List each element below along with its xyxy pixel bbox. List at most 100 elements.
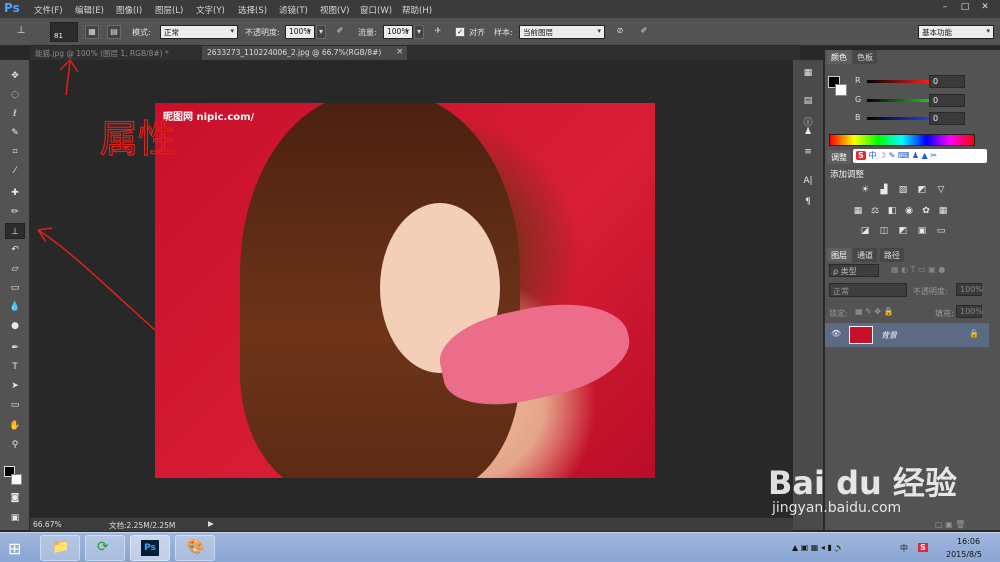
restore-button[interactable]: □ bbox=[955, 0, 975, 14]
zoom-tool-icon[interactable]: ⚲ bbox=[5, 437, 25, 453]
blend-mode-select[interactable]: 正常 bbox=[829, 283, 907, 297]
gradient-map-icon[interactable]: ▭ bbox=[935, 226, 947, 237]
menu-help[interactable]: 帮助(H) bbox=[402, 4, 432, 16]
menu-select[interactable]: 选择(S) bbox=[238, 4, 267, 16]
posterize-icon[interactable]: ◫ bbox=[878, 226, 890, 237]
layer-name[interactable]: 背景 bbox=[881, 330, 897, 341]
tab-channels[interactable]: 通道 bbox=[853, 248, 877, 262]
layer-row-background[interactable]: 👁 背景 🔒 bbox=[825, 323, 989, 347]
levels-icon[interactable]: ▟ bbox=[878, 185, 890, 196]
tab-swatches[interactable]: 色板 bbox=[853, 50, 877, 64]
close-button[interactable]: ✕ bbox=[975, 0, 995, 14]
minimize-button[interactable]: – bbox=[935, 0, 955, 14]
opacity-dropdown-icon[interactable]: ▾ bbox=[316, 25, 326, 39]
selective-color-icon[interactable]: ▣ bbox=[916, 226, 928, 237]
tab-document-2[interactable]: 2633273_110224006_2.jpg @ 66.7%(RGB/8#) bbox=[202, 46, 407, 60]
flow-input[interactable]: 100% bbox=[383, 25, 413, 39]
tab-paths[interactable]: 路径 bbox=[880, 248, 904, 262]
panel-background-swatch[interactable] bbox=[835, 84, 847, 96]
paragraph-panel-icon[interactable]: ¶ bbox=[798, 194, 818, 210]
menu-file[interactable]: 文件(F) bbox=[34, 4, 63, 16]
channel-r-input[interactable]: 0 bbox=[929, 75, 965, 88]
flow-dropdown-icon[interactable]: ▾ bbox=[414, 25, 424, 39]
pressure-opacity-icon[interactable]: ✐ bbox=[333, 25, 347, 39]
eraser-tool-icon[interactable]: ▱ bbox=[5, 261, 25, 277]
tab-adjustments[interactable]: 调整 bbox=[827, 150, 851, 164]
layer-filter-select[interactable]: ρ 类型 bbox=[829, 264, 879, 277]
sample-select[interactable]: 当前图层 bbox=[519, 25, 605, 39]
document-image[interactable]: 昵图网 nipic.com/ bbox=[155, 103, 655, 478]
crop-tool-icon[interactable]: ⌗ bbox=[5, 144, 25, 160]
tab-color[interactable]: 颜色 bbox=[827, 50, 851, 64]
menu-image[interactable]: 图像(I) bbox=[116, 4, 142, 16]
ignore-adjustment-icon[interactable]: ⊘ bbox=[613, 25, 627, 39]
channel-b-input[interactable]: 0 bbox=[929, 112, 965, 125]
layer-filter-icons[interactable]: ▦ ◐ T ▭ ▣ ● bbox=[891, 265, 945, 274]
tab-layers[interactable]: 图层 bbox=[827, 248, 851, 262]
invert-icon[interactable]: ◪ bbox=[859, 226, 871, 237]
menu-filter[interactable]: 滤镜(T) bbox=[279, 4, 308, 16]
curves-icon[interactable]: ▨ bbox=[897, 185, 909, 196]
opacity-input[interactable]: 100% bbox=[285, 25, 315, 39]
lock-icons[interactable]: ▦ ✎ ✥ 🔒 bbox=[855, 307, 894, 316]
clock-date[interactable]: 2015/8/5 bbox=[946, 550, 982, 559]
tab-close-icon-active[interactable]: × bbox=[396, 47, 404, 57]
background-color-swatch[interactable] bbox=[11, 474, 22, 485]
black-white-icon[interactable]: ◧ bbox=[886, 206, 898, 217]
airbrush-icon[interactable]: ✈ bbox=[431, 25, 445, 39]
menu-type[interactable]: 文字(Y) bbox=[196, 4, 225, 16]
menu-window[interactable]: 窗口(W) bbox=[360, 4, 392, 16]
gradient-tool-icon[interactable]: ▭ bbox=[5, 280, 25, 296]
exposure-icon[interactable]: ◩ bbox=[916, 185, 928, 196]
hue-saturation-icon[interactable]: ▦ bbox=[852, 206, 864, 217]
tab-document-1[interactable]: 能猫.jpg @ 100% (图层 1, RGB/8#) * bbox=[30, 46, 197, 60]
mode-select[interactable]: 正常 bbox=[160, 25, 238, 39]
shape-tool-icon[interactable]: ▭ bbox=[5, 397, 25, 413]
marquee-tool-icon[interactable]: ◌ bbox=[5, 87, 25, 103]
color-balance-icon[interactable]: ⚖ bbox=[869, 206, 881, 217]
quick-mask-icon[interactable]: ◙ bbox=[5, 490, 25, 506]
path-select-tool-icon[interactable]: ➤ bbox=[5, 378, 25, 394]
menu-edit[interactable]: 编辑(E) bbox=[75, 4, 104, 16]
channel-b-slider[interactable] bbox=[867, 117, 931, 120]
type-tool-icon[interactable]: T bbox=[5, 359, 25, 375]
threshold-icon[interactable]: ◩ bbox=[897, 226, 909, 237]
tray-icons[interactable]: ▲ ▣ ▦ ◂ ▮ 🔊 bbox=[792, 543, 844, 552]
brush-panel-icon[interactable]: ▦ bbox=[85, 25, 99, 39]
layer-actions-icons[interactable]: □ ▣ 🗑 bbox=[935, 520, 965, 529]
brush-preset-picker[interactable]: 81 bbox=[50, 22, 78, 42]
eyedropper-tool-icon[interactable]: ⁄ bbox=[5, 163, 25, 179]
properties-panel-icon[interactable]: ▤ bbox=[798, 93, 818, 109]
photoshop-taskbar-icon[interactable]: Ps bbox=[130, 535, 170, 561]
move-tool-icon[interactable]: ✥ bbox=[5, 68, 25, 84]
character-panel-icon[interactable]: A| bbox=[798, 173, 818, 189]
zoom-level[interactable]: 66.67% bbox=[33, 520, 62, 529]
channel-g-slider[interactable] bbox=[867, 99, 931, 102]
dodge-tool-icon[interactable]: ● bbox=[5, 318, 25, 334]
color-spectrum-bar[interactable] bbox=[829, 134, 975, 146]
brush-panel-dock-icon[interactable]: ≡ bbox=[798, 144, 818, 160]
start-button-icon[interactable]: ⊞ bbox=[8, 539, 21, 558]
brightness-icon[interactable]: ☀ bbox=[859, 185, 871, 196]
clone-stamp-tool-icon[interactable]: ⊥ bbox=[14, 25, 28, 39]
vibrance-icon[interactable]: ▽ bbox=[935, 185, 947, 196]
blur-tool-icon[interactable]: 💧 bbox=[5, 299, 25, 315]
channel-g-input[interactable]: 0 bbox=[929, 94, 965, 107]
clock-time[interactable]: 16:06 bbox=[957, 537, 980, 546]
pen-tool-icon[interactable]: ✒ bbox=[5, 340, 25, 356]
hand-tool-icon[interactable]: ✋ bbox=[5, 418, 25, 434]
align-checkbox[interactable]: ✓ bbox=[455, 27, 465, 37]
screen-mode-icon[interactable]: ▣ bbox=[5, 510, 25, 526]
channel-mixer-icon[interactable]: ✿ bbox=[920, 206, 932, 217]
history-panel-icon[interactable]: ▦ bbox=[798, 65, 818, 81]
ime-toolbar[interactable]: S 中 ☽ ✎ ⌨ ♟ ▲ ✂ bbox=[853, 149, 987, 163]
layer-visibility-icon[interactable]: 👁 bbox=[831, 329, 841, 338]
brush-tool-icon[interactable]: ✏ bbox=[5, 204, 25, 220]
brush-presets-icon[interactable]: ♟ bbox=[798, 124, 818, 140]
quick-select-tool-icon[interactable]: ✎ bbox=[5, 125, 25, 141]
menu-view[interactable]: 视图(V) bbox=[320, 4, 349, 16]
paint-taskbar-icon[interactable]: 🎨 bbox=[175, 535, 215, 561]
lasso-tool-icon[interactable]: ℓ bbox=[5, 106, 25, 122]
healing-brush-tool-icon[interactable]: ✚ bbox=[5, 185, 25, 201]
workspace-select[interactable]: 基本功能 bbox=[918, 25, 994, 39]
